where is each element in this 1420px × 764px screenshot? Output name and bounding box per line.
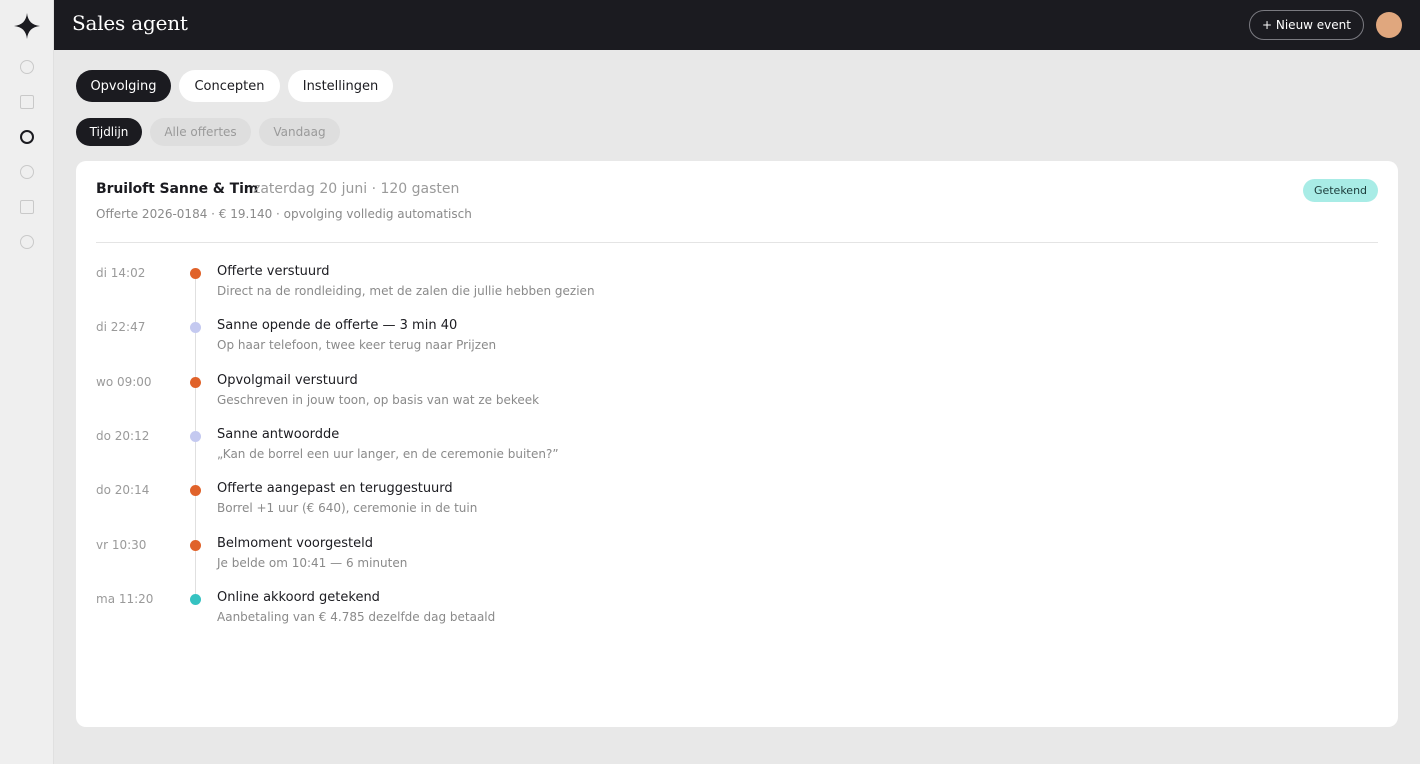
orange-dot-icon — [190, 268, 201, 279]
event-description: Borrel +1 uur (€ 640), ceremonie in de t… — [217, 501, 478, 515]
card-subtitle: Offerte 2026-0184 · € 19.140 · opvolging… — [96, 207, 472, 221]
status-badge: Getekend — [1303, 179, 1378, 202]
subtab-alle-offertes[interactable]: Alle offertes — [150, 118, 251, 146]
subtab-tijdlijn[interactable]: Tijdlijn — [76, 118, 142, 146]
tab-concepten[interactable]: Concepten — [179, 70, 280, 102]
divider — [96, 242, 1378, 243]
tab-instellingen[interactable]: Instellingen — [288, 70, 393, 102]
card-meta: zaterdag 20 juni · 120 gasten — [253, 181, 460, 197]
lavender-dot-icon — [190, 322, 201, 333]
app-title: Sales agent — [72, 11, 188, 35]
event-title: Offerte verstuurd — [217, 264, 330, 279]
event-title: Online akkoord getekend — [217, 590, 380, 605]
event-time: ma 11:20 — [96, 592, 154, 606]
timeline-event: do 20:12 Sanne antwoordde „Kan de borrel… — [76, 426, 1398, 466]
event-title: Opvolgmail verstuurd — [217, 373, 358, 388]
top-bar: Sales agent + Nieuw event — [54, 0, 1420, 50]
orange-dot-icon — [190, 377, 201, 388]
event-description: Direct na de rondleiding, met de zalen d… — [217, 284, 595, 298]
timeline-event: di 22:47 Sanne opende de offerte — 3 min… — [76, 317, 1398, 357]
event-description: „Kan de borrel een uur langer, en de cer… — [217, 447, 559, 461]
teal-dot-icon — [190, 594, 201, 605]
timeline-event: do 20:14 Offerte aangepast en teruggestu… — [76, 480, 1398, 520]
event-description: Je belde om 10:41 — 6 minuten — [217, 556, 408, 570]
sparkle-logo-icon[interactable] — [14, 13, 40, 39]
event-title: Offerte aangepast en teruggestuurd — [217, 481, 453, 496]
event-time: vr 10:30 — [96, 538, 147, 552]
event-description: Aanbetaling van € 4.785 dezelfde dag bet… — [217, 610, 496, 624]
subtab-vandaag[interactable]: Vandaag — [259, 118, 340, 146]
event-time: wo 09:00 — [96, 375, 152, 389]
event-title: Sanne antwoordde — [217, 427, 340, 442]
nav-circle-icon[interactable] — [20, 165, 34, 179]
sidebar — [0, 0, 54, 764]
timeline-event: ma 11:20 Online akkoord getekend Aanbeta… — [76, 589, 1398, 629]
nav-square-icon[interactable] — [20, 95, 34, 109]
nav-circle-icon-active[interactable] — [20, 130, 34, 144]
new-event-button[interactable]: + Nieuw event — [1249, 10, 1364, 40]
event-time: do 20:14 — [96, 483, 150, 497]
tab-opvolging[interactable]: Opvolging — [76, 70, 171, 102]
orange-dot-icon — [190, 540, 201, 551]
event-title: Belmoment voorgesteld — [217, 536, 373, 551]
orange-dot-icon — [190, 485, 201, 496]
event-time: di 22:47 — [96, 320, 146, 334]
event-description: Op haar telefoon, twee keer terug naar P… — [217, 338, 497, 352]
nav-circle-icon[interactable] — [20, 60, 34, 74]
timeline-event: vr 10:30 Belmoment voorgesteld Je belde … — [76, 535, 1398, 575]
timeline-event: di 14:02 Offerte verstuurd Direct na de … — [76, 263, 1398, 303]
offer-card: Bruiloft Sanne & Tim zaterdag 20 juni · … — [76, 161, 1398, 727]
event-time: do 20:12 — [96, 429, 150, 443]
avatar[interactable] — [1376, 12, 1402, 38]
card-title: Bruiloft Sanne & Tim — [96, 181, 259, 197]
nav-square-icon[interactable] — [20, 200, 34, 214]
event-description: Geschreven in jouw toon, op basis van wa… — [217, 393, 540, 407]
event-time: di 14:02 — [96, 266, 146, 280]
event-title: Sanne opende de offerte — 3 min 40 — [217, 318, 458, 333]
lavender-dot-icon — [190, 431, 201, 442]
timeline-event: wo 09:00 Opvolgmail verstuurd Geschreven… — [76, 372, 1398, 412]
nav-circle-icon[interactable] — [20, 235, 34, 249]
